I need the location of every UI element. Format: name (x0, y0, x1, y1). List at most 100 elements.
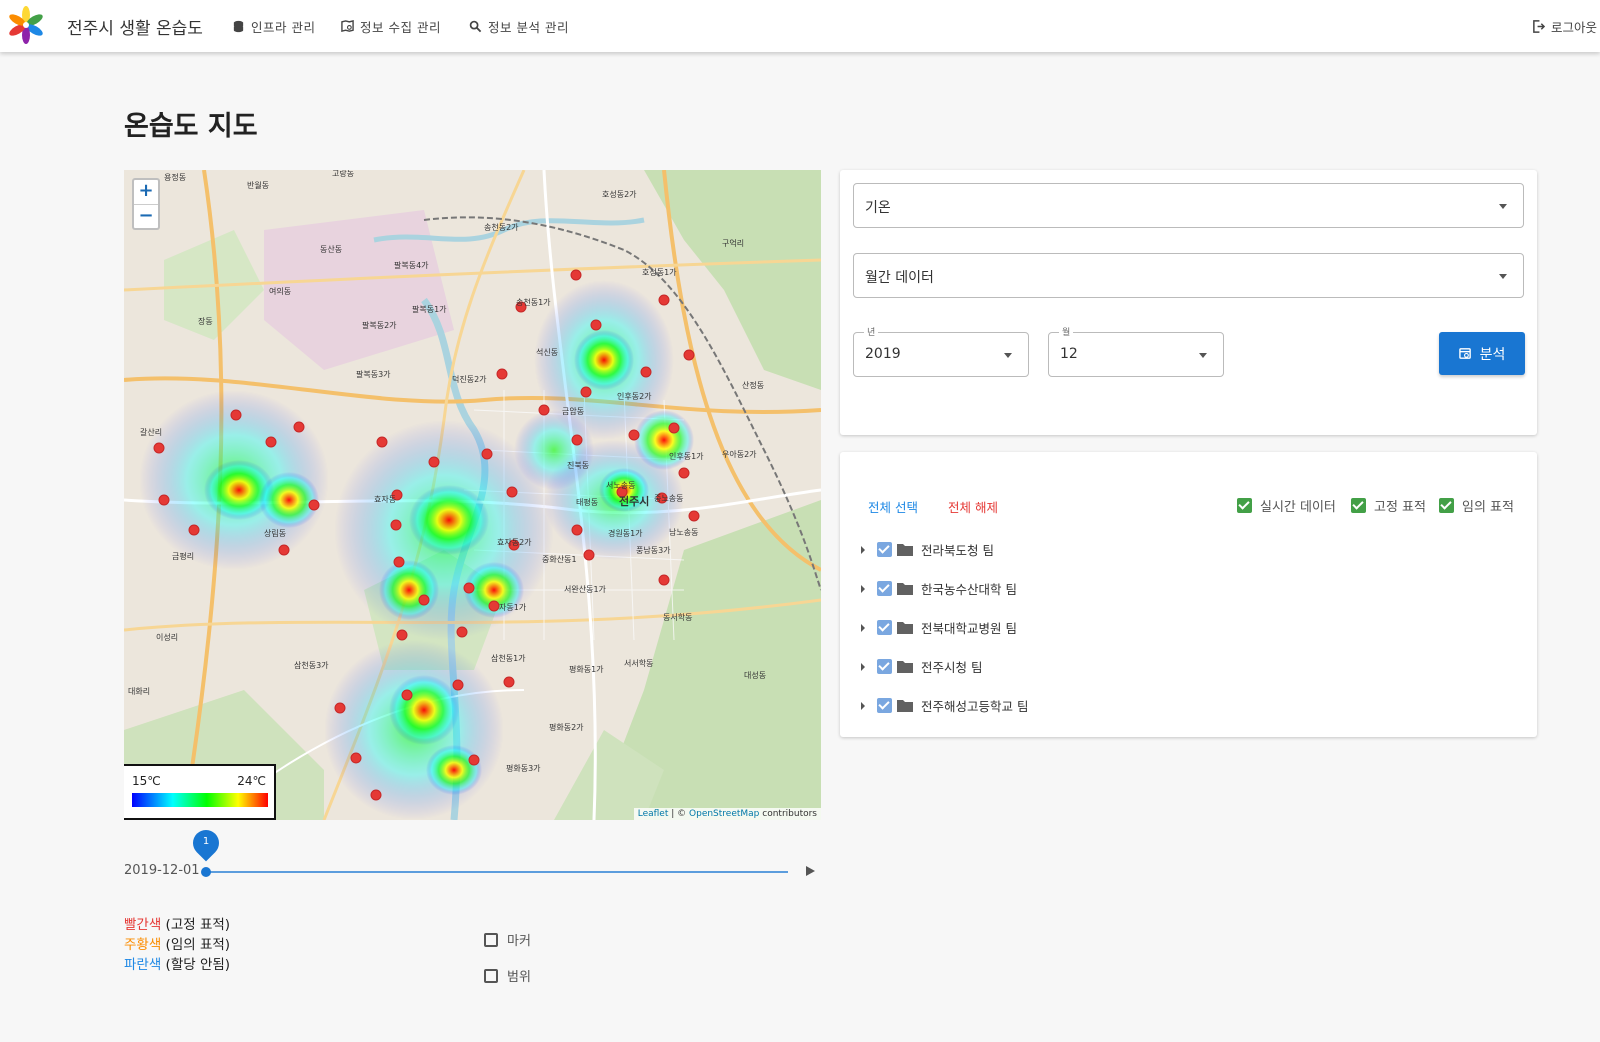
year-value: 2019 (865, 346, 901, 362)
expand-arrow-icon[interactable] (861, 662, 865, 671)
svg-text:대화리: 대화리 (128, 687, 150, 696)
expand-arrow-icon[interactable] (861, 701, 865, 710)
month-select[interactable]: 월 12 (1048, 325, 1224, 377)
svg-text:진북동: 진북동 (567, 460, 589, 470)
temperature-legend: 15℃ 24℃ (124, 764, 276, 820)
chevron-down-icon (1499, 204, 1507, 209)
filter-realtime[interactable]: 실시간 데이터 (1237, 496, 1336, 515)
tree-item-team[interactable]: 전주해성고등학교 팀 (860, 696, 1028, 715)
legend-min-label: 15℃ (132, 774, 161, 788)
legend-red-word: 빨간색 (124, 917, 162, 933)
svg-text:중노송동: 중노송동 (654, 494, 683, 503)
logout-button[interactable]: 로그아웃 (1532, 17, 1597, 36)
zoom-in-button[interactable]: + (134, 180, 158, 204)
nav-analysis[interactable]: 정보 분석 관리 (469, 17, 569, 36)
deselect-all-button[interactable]: 전체 해제 (948, 497, 998, 516)
zoom-control: + − (132, 178, 160, 230)
attribution-suffix: contributors (759, 809, 817, 819)
timeline-step-label: 1 (202, 836, 210, 847)
filter-fixed-label: 고정 표적 (1374, 500, 1426, 515)
year-select[interactable]: 년 2019 (853, 325, 1029, 377)
folder-icon (897, 583, 913, 595)
svg-text:평화동3가: 평화동3가 (506, 763, 541, 773)
svg-text:우아동2가: 우아동2가 (722, 449, 757, 459)
nav-collection[interactable]: 정보 수집 관리 (341, 17, 441, 36)
svg-text:상림동: 상림동 (264, 528, 286, 538)
range-checkbox[interactable] (484, 968, 498, 983)
svg-text:팔복동1가: 팔복동1가 (412, 304, 447, 314)
team-checkbox[interactable] (877, 542, 892, 557)
legend-color-bar (132, 793, 268, 807)
range-toggle[interactable]: 범위 (484, 966, 531, 985)
filter-fixed[interactable]: 고정 표적 (1351, 496, 1426, 515)
app-title[interactable]: 전주시 생활 온습도 (67, 14, 203, 39)
tree-item-team[interactable]: 한국농수산대학 팀 (860, 579, 1017, 598)
random-checkbox[interactable] (1439, 498, 1454, 513)
period-value: 월간 데이터 (865, 270, 934, 286)
svg-text:서서학동: 서서학동 (624, 658, 653, 668)
select-all-button[interactable]: 전체 선택 (868, 497, 918, 516)
svg-text:동산동: 동산동 (320, 244, 342, 254)
svg-text:풍남동3가: 풍남동3가 (636, 546, 671, 555)
folder-icon (897, 544, 913, 556)
zoom-out-button[interactable]: − (134, 204, 158, 228)
month-field-label: 월 (1059, 325, 1074, 338)
database-icon (233, 20, 244, 33)
tree-item-team[interactable]: 전주시청 팀 (860, 657, 982, 676)
svg-text:서완산동1가: 서완산동1가 (564, 584, 607, 594)
logout-label: 로그아웃 (1551, 20, 1598, 35)
period-select[interactable]: 월간 데이터 (853, 253, 1524, 298)
play-icon[interactable] (806, 866, 815, 876)
expand-arrow-icon[interactable] (861, 623, 865, 632)
legend-random-target: 주황색 (임의 표적) (124, 933, 230, 953)
folder-icon (897, 661, 913, 673)
osm-link[interactable]: OpenStreetMap (689, 809, 759, 819)
team-label: 전라북도청 팀 (921, 543, 994, 558)
timeline-track[interactable] (206, 871, 788, 873)
legend-orange-rest: (임의 표적) (161, 937, 231, 953)
nav-infra[interactable]: 인프라 관리 (232, 17, 315, 36)
heatmap-map[interactable]: 용정동 반월동 고랑동 동산동 팔복동4가 여의동 팔복동1가 장동 팔복동2가 팔복동3가… (124, 170, 821, 820)
timeline-thumb[interactable] (201, 867, 211, 877)
tree-item-team[interactable]: 전라북도청 팀 (860, 540, 994, 559)
svg-text:대성동: 대성동 (744, 671, 766, 680)
svg-text:동서학동: 동서학동 (663, 612, 692, 622)
nav-analysis-label: 정보 분석 관리 (488, 20, 569, 35)
team-label: 한국농수산대학 팀 (921, 582, 1017, 597)
legend-blue-rest: (할당 안됨) (161, 957, 231, 973)
analyze-button[interactable]: 분석 (1439, 332, 1525, 375)
leaflet-link[interactable]: Leaflet (638, 809, 669, 819)
marker-toggle[interactable]: 마커 (484, 930, 531, 949)
tree-item-team[interactable]: 전북대학교병원 팀 (860, 618, 1017, 637)
expand-arrow-icon[interactable] (861, 545, 865, 554)
svg-text:인후동1가: 인후동1가 (669, 451, 704, 461)
expand-arrow-icon[interactable] (861, 584, 865, 593)
app-logo[interactable] (6, 5, 46, 45)
svg-text:호성동2가: 호성동2가 (602, 190, 637, 199)
team-checkbox[interactable] (877, 620, 892, 635)
variable-select[interactable]: 기온 (853, 183, 1524, 228)
svg-text:호성동1가: 호성동1가 (642, 268, 677, 277)
legend-orange-word: 주황색 (124, 937, 162, 953)
folder-icon (897, 700, 913, 712)
svg-text:송천동2가: 송천동2가 (484, 222, 519, 232)
svg-text:남노송동: 남노송동 (669, 528, 698, 537)
svg-text:덕진동2가: 덕진동2가 (452, 374, 487, 384)
svg-text:팔복동3가: 팔복동3가 (356, 369, 391, 379)
svg-text:전주시: 전주시 (619, 494, 649, 508)
realtime-checkbox[interactable] (1237, 498, 1252, 513)
svg-text:반월동: 반월동 (247, 180, 269, 190)
team-checkbox[interactable] (877, 581, 892, 596)
filter-realtime-label: 실시간 데이터 (1260, 500, 1336, 515)
chevron-down-icon (1199, 353, 1207, 358)
marker-checkbox[interactable] (484, 932, 498, 947)
team-checkbox[interactable] (877, 659, 892, 674)
svg-text:장동: 장동 (198, 316, 213, 326)
legend-unassigned: 파란색 (할당 안됨) (124, 953, 230, 973)
marker-label: 마커 (507, 934, 531, 949)
fixed-checkbox[interactable] (1351, 498, 1366, 513)
team-checkbox[interactable] (877, 698, 892, 713)
filter-random[interactable]: 임의 표적 (1439, 496, 1514, 515)
svg-text:자동1가: 자동1가 (499, 603, 527, 612)
nav-infra-label: 인프라 관리 (251, 20, 316, 35)
